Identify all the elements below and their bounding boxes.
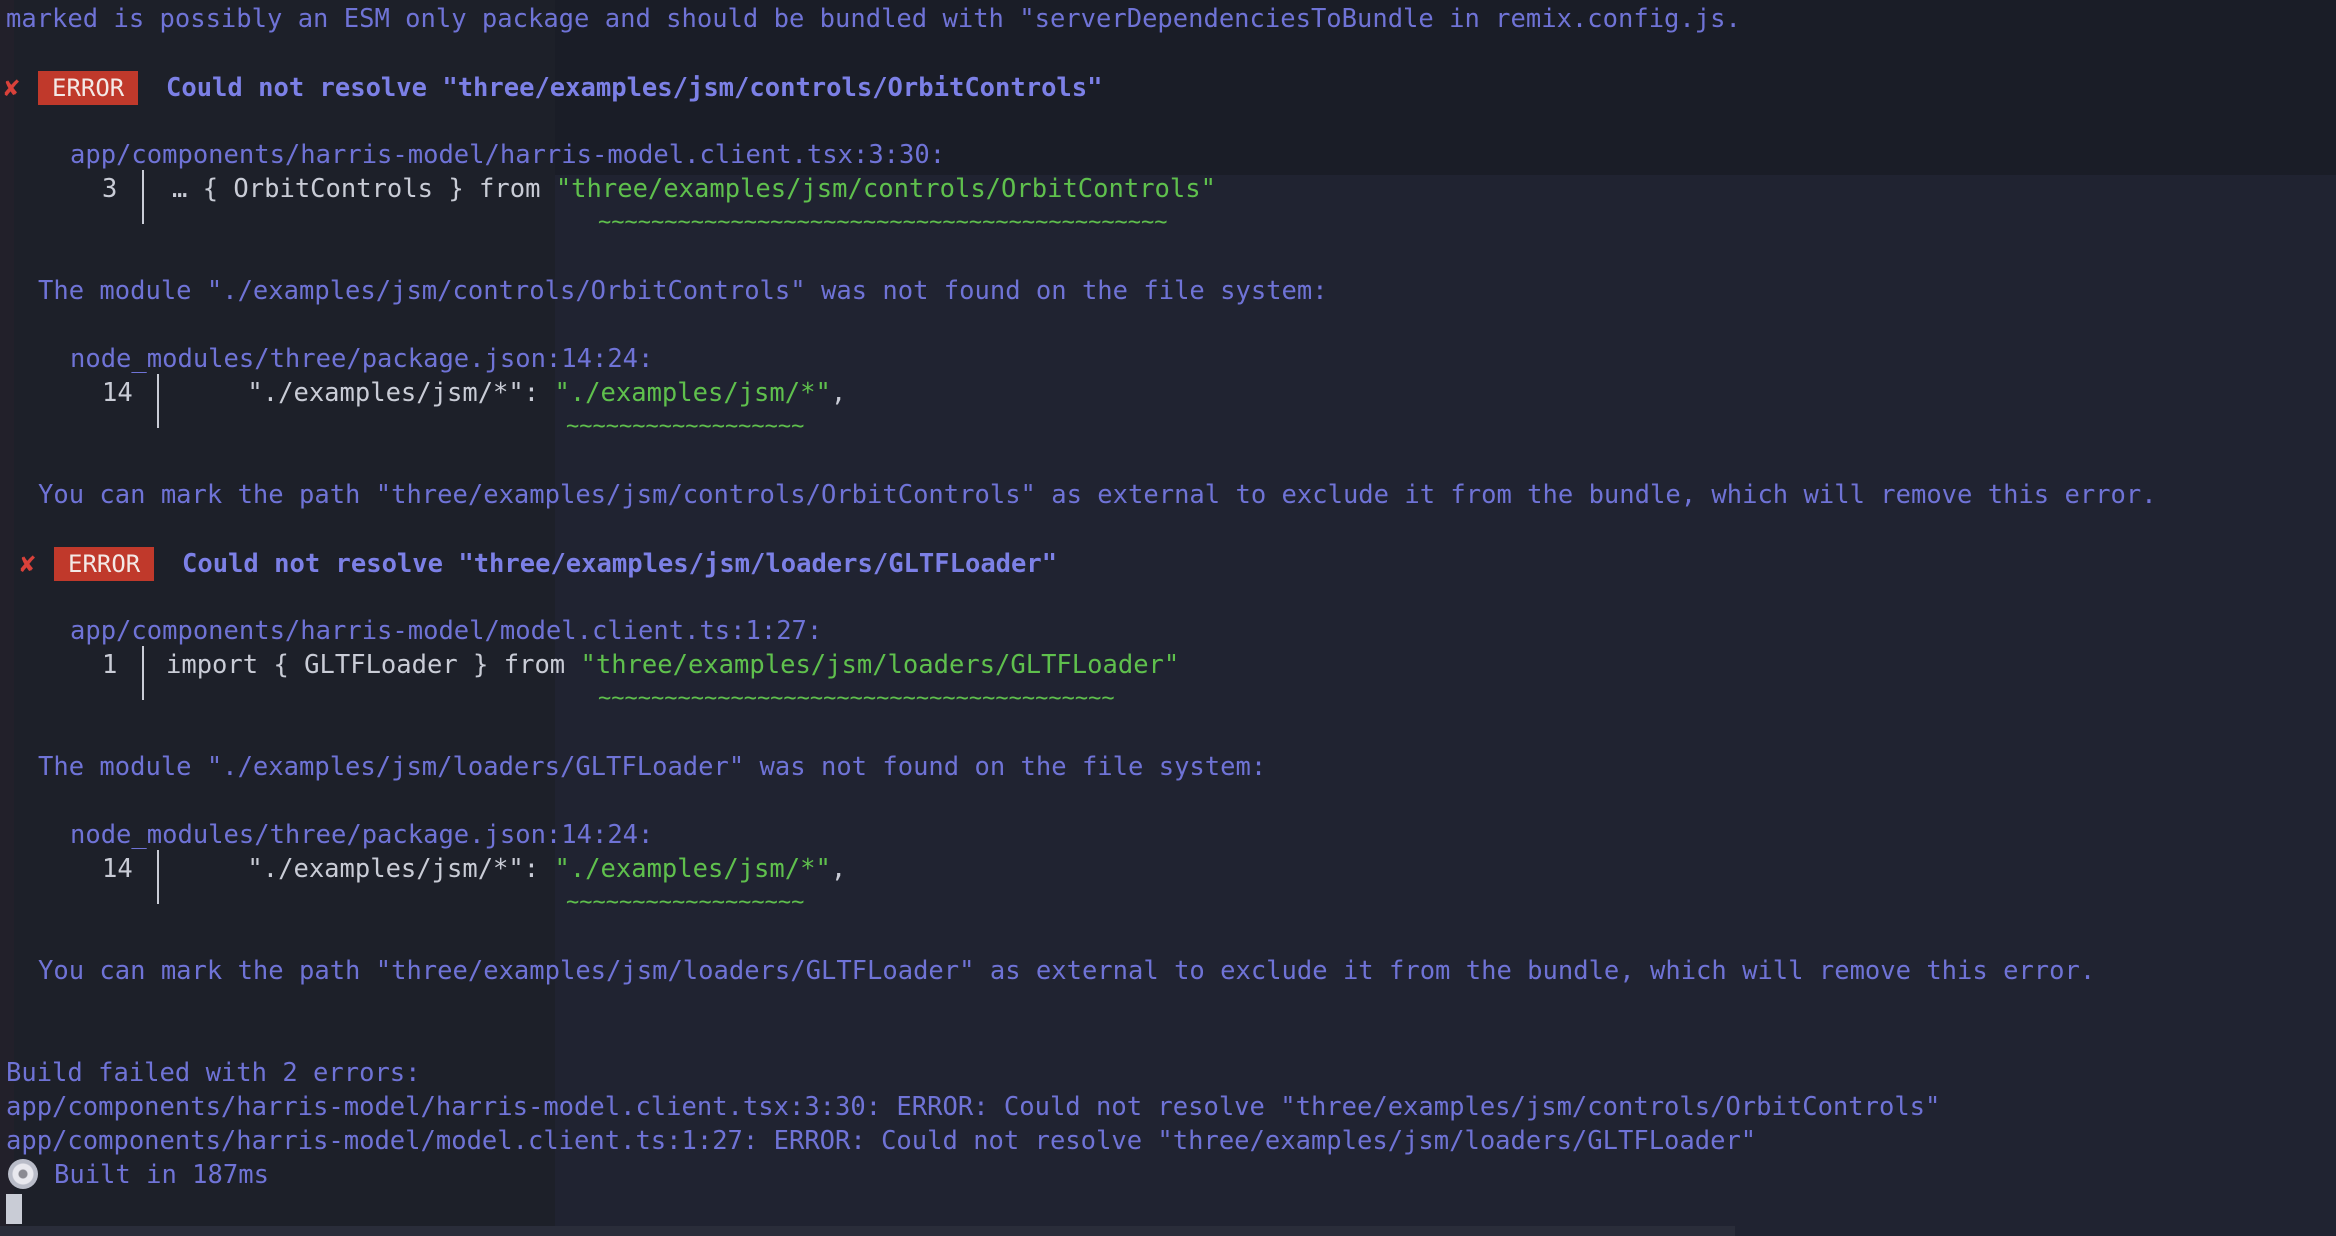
summary-error-line: app/components/harris-model/model.client… [6, 1126, 1757, 1156]
line-number: 3 [102, 174, 118, 204]
built-time-text: Built in 187ms [54, 1160, 269, 1190]
note-underline: ~~~~~~~~~~~~~~~~~~ [566, 414, 805, 439]
code-string: "three/examples/jsm/controls/OrbitContro… [555, 174, 1216, 204]
error-hint: You can mark the path "three/examples/js… [38, 956, 2096, 986]
note-code-suffix: , [830, 378, 847, 408]
top-warning-line: marked is possibly an ESM only package a… [6, 4, 1741, 34]
code-string: "three/examples/jsm/loaders/GLTFLoader" [580, 650, 1180, 680]
code-prefix: … { OrbitControls } from [172, 174, 556, 204]
code-underline: ~~~~~~~~~~~~~~~~~~~~~~~~~~~~~~~~~~~~~~~ [598, 686, 1115, 711]
note-code-prefix: "./examples/jsm/*": [186, 854, 555, 884]
error-title: Could not resolve "three/examples/jsm/lo… [182, 549, 1058, 579]
code-line: import { GLTFLoader } from "three/exampl… [166, 648, 1179, 682]
error-x-icon: ✘ [4, 73, 20, 103]
error-hint: You can mark the path "three/examples/js… [38, 480, 2157, 510]
error-location: app/components/harris-model/harris-model… [70, 140, 946, 170]
line-number: 1 [102, 650, 118, 680]
disc-icon [8, 1159, 38, 1189]
build-failed-header: Build failed with 2 errors: [6, 1058, 421, 1088]
gutter-bar [142, 646, 144, 700]
error-badge: ERROR [54, 547, 155, 581]
error-badge: ERROR [38, 71, 139, 105]
background-edge [0, 0, 14, 1236]
note-code-prefix: "./examples/jsm/*": [186, 378, 555, 408]
note-code-line: "./examples/jsm/*": "./examples/jsm/*", [186, 376, 846, 410]
code-line: … { OrbitControls } from "three/examples… [172, 172, 1216, 206]
error-x-icon: ✘ [20, 549, 36, 579]
note-gutter-bar [157, 374, 159, 428]
code-underline: ~~~~~~~~~~~~~~~~~~~~~~~~~~~~~~~~~~~~~~~~… [598, 210, 1168, 235]
error-note: The module "./examples/jsm/controls/Orbi… [38, 276, 1328, 306]
note-code-line: "./examples/jsm/*": "./examples/jsm/*", [186, 852, 846, 886]
note-line-number: 14 [102, 378, 133, 408]
summary-error-line: app/components/harris-model/harris-model… [6, 1092, 1941, 1122]
error-note: The module "./examples/jsm/loaders/GLTFL… [38, 752, 1267, 782]
note-line-number: 14 [102, 854, 133, 884]
note-location: node_modules/three/package.json:14:24: [70, 344, 654, 374]
code-prefix: import { GLTFLoader } from [166, 650, 581, 680]
background-scrollbar [0, 1226, 1735, 1236]
gutter-bar [142, 170, 144, 224]
note-code-string: "./examples/jsm/*" [554, 378, 831, 408]
error-location: app/components/harris-model/model.client… [70, 616, 823, 646]
note-gutter-bar [157, 850, 159, 904]
terminal-cursor[interactable] [6, 1194, 22, 1224]
note-underline: ~~~~~~~~~~~~~~~~~~ [566, 890, 805, 915]
error-title: Could not resolve "three/examples/jsm/co… [166, 73, 1103, 103]
note-location: node_modules/three/package.json:14:24: [70, 820, 654, 850]
note-code-string: "./examples/jsm/*" [554, 854, 831, 884]
note-code-suffix: , [830, 854, 847, 884]
